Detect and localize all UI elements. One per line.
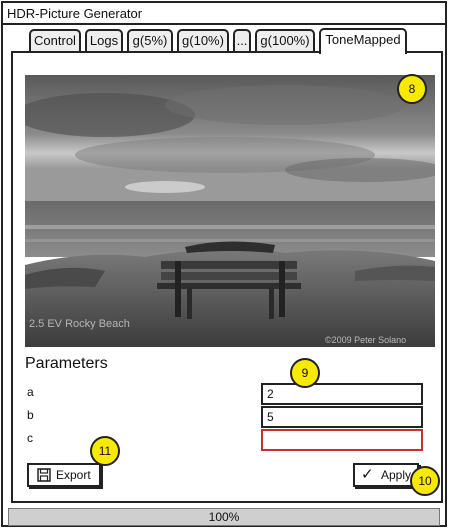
- tab-g10[interactable]: g(10%): [177, 29, 229, 52]
- checkmark-icon: ✓: [361, 466, 374, 483]
- progress-text: 100%: [208, 510, 240, 524]
- annotation-marker-11: 11: [90, 436, 120, 466]
- status-progress-bar: 100%: [8, 508, 440, 526]
- param-a-input[interactable]: 2: [261, 383, 423, 405]
- tab-g5[interactable]: g(5%): [127, 29, 173, 52]
- tab-g100[interactable]: g(100%): [255, 29, 315, 52]
- photo-copyright: ©2009 Peter Solano: [325, 335, 406, 345]
- annotation-marker-9: 9: [290, 358, 320, 388]
- photo-caption-left: 2.5 EV Rocky Beach: [29, 318, 130, 330]
- tonemapped-panel: 2.5 EV Rocky Beach ©2009 Peter Solano Pa…: [11, 51, 443, 503]
- apply-button[interactable]: ✓ Apply: [353, 463, 419, 487]
- annotation-marker-10: 10: [410, 466, 440, 496]
- tab-more[interactable]: ...: [233, 29, 251, 52]
- floppy-disk-icon: [37, 468, 51, 482]
- export-button-label: Export: [56, 468, 91, 482]
- param-c-input[interactable]: [261, 429, 423, 451]
- tab-logs[interactable]: Logs: [85, 29, 123, 52]
- parameters-heading: Parameters: [25, 355, 108, 372]
- window-title: HDR-Picture Generator: [7, 6, 143, 21]
- param-b-input[interactable]: 5: [261, 406, 423, 428]
- title-bar: HDR-Picture Generator: [3, 3, 445, 25]
- param-c-label: c: [27, 431, 33, 445]
- export-button[interactable]: Export: [27, 463, 101, 487]
- tonemapped-image: 2.5 EV Rocky Beach ©2009 Peter Solano: [25, 75, 435, 347]
- annotation-marker-8: 8: [397, 74, 427, 104]
- apply-button-label: Apply: [381, 468, 412, 482]
- param-a-label: a: [27, 385, 34, 399]
- app-window: HDR-Picture Generator Control Logs g(5%)…: [1, 1, 447, 527]
- tab-tonemapped[interactable]: ToneMapped: [319, 28, 407, 54]
- tab-control[interactable]: Control: [29, 29, 81, 52]
- beach-bench-photo: 2.5 EV Rocky Beach ©2009 Peter Solano: [25, 75, 435, 347]
- param-b-label: b: [27, 408, 34, 422]
